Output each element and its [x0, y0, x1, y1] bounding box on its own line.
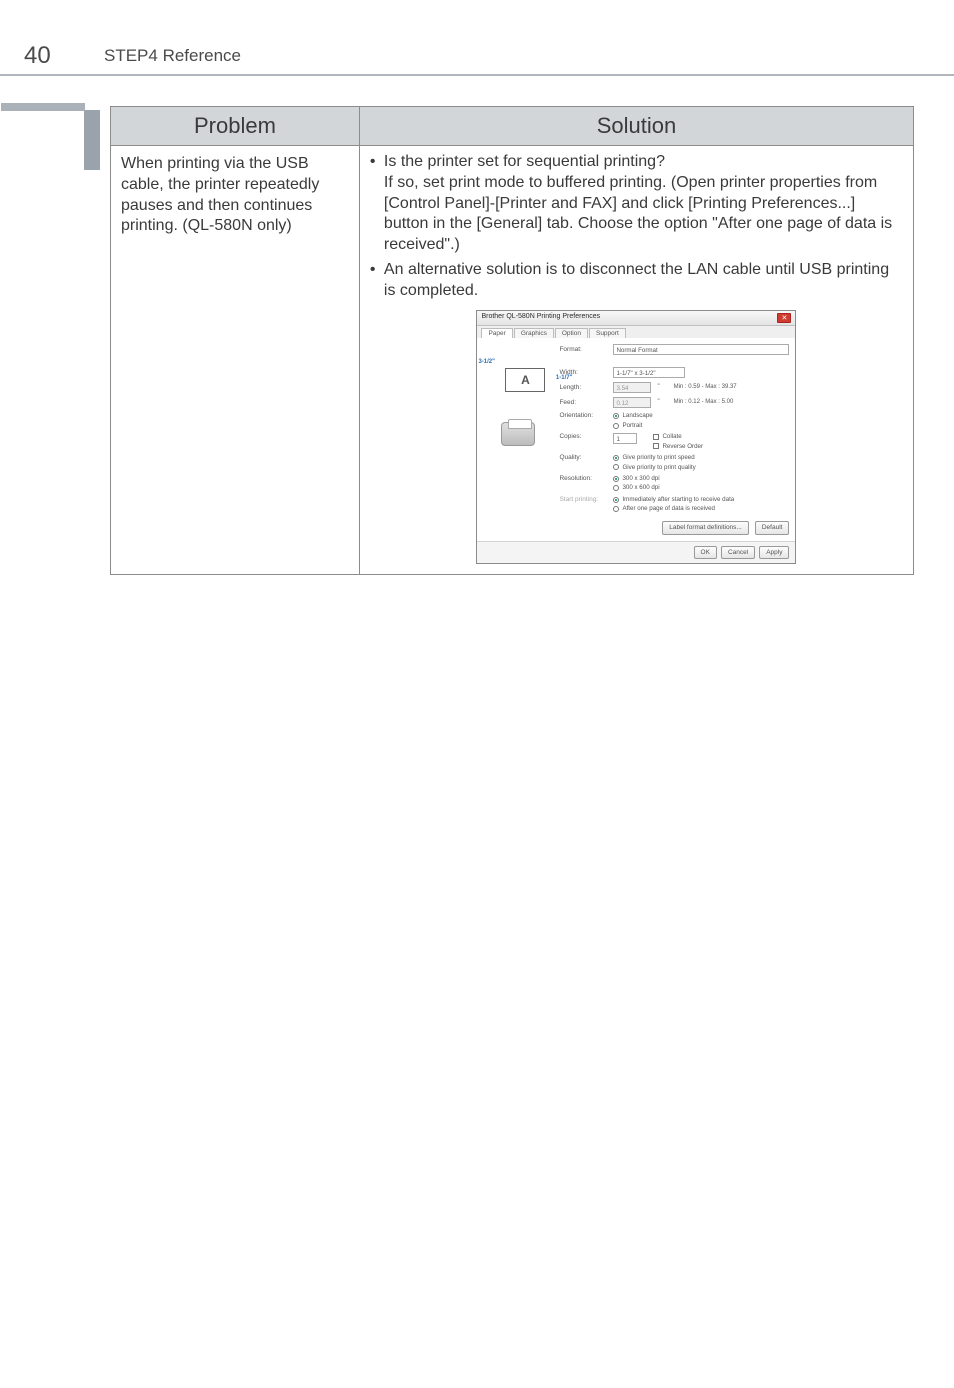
- dialog-tabs: Paper Graphics Option Support: [477, 326, 795, 339]
- problem-cell: When printing via the USB cable, the pri…: [111, 146, 360, 575]
- label-feed: Feed:: [559, 399, 607, 407]
- printing-preferences-dialog: Brother QL-580N Printing Preferences ✕ P…: [476, 310, 796, 565]
- radio-after-one-page[interactable]: After one page of data is received: [613, 505, 734, 512]
- column-header-solution: Solution: [359, 107, 913, 146]
- length-range: Min : 0.59 - Max : 39.37: [674, 384, 737, 391]
- feed-range: Min : 0.12 - Max : 5.00: [674, 399, 734, 406]
- radio-300x600[interactable]: 300 x 600 dpi: [613, 484, 659, 491]
- preview-dim-width: 3-1/2": [478, 359, 495, 366]
- solution-bullet-1-title: Is the printer set for sequential printi…: [384, 153, 665, 170]
- page-number: 40: [24, 42, 84, 70]
- side-tab: [84, 110, 100, 170]
- radio-portrait[interactable]: Portrait: [613, 422, 652, 429]
- printer-icon: [501, 422, 535, 446]
- problem-text: When printing via the USB cable, the pri…: [121, 155, 319, 234]
- format-select[interactable]: Normal Format: [613, 344, 789, 355]
- label-resolution: Resolution:: [559, 475, 607, 483]
- radio-quality[interactable]: Give priority to print quality: [613, 464, 695, 471]
- radio-immediately[interactable]: Immediately after starting to receive da…: [613, 496, 734, 503]
- problem-solution-table: Problem Solution When printing via the U…: [110, 106, 914, 575]
- label-length: Length:: [559, 384, 607, 392]
- length-unit: ": [657, 384, 659, 391]
- ok-button[interactable]: OK: [694, 546, 717, 560]
- radio-landscape[interactable]: Landscape: [613, 412, 652, 419]
- label-preview: 3-1/2" A 1-1/7": [505, 368, 545, 392]
- solution-bullet-1-text: If so, set print mode to buffered printi…: [384, 173, 903, 256]
- tab-paper[interactable]: Paper: [481, 328, 512, 339]
- feed-input[interactable]: 0.12: [613, 397, 651, 408]
- tab-support[interactable]: Support: [589, 328, 626, 339]
- label-copies: Copies:: [559, 433, 607, 441]
- preview-letter: A: [521, 373, 530, 387]
- label-orientation: Orientation:: [559, 412, 607, 420]
- solution-bullet-2-text: An alternative solution is to disconnect…: [384, 261, 889, 299]
- default-button[interactable]: Default: [755, 521, 790, 535]
- label-quality: Quality:: [559, 454, 607, 462]
- label-start-printing: Start printing:: [559, 496, 607, 504]
- tab-option[interactable]: Option: [555, 328, 588, 339]
- close-icon[interactable]: ✕: [777, 313, 791, 323]
- preview-dim-length: 1-1/7": [556, 375, 573, 382]
- width-select[interactable]: 1-1/7" x 3-1/2": [613, 367, 685, 378]
- radio-speed[interactable]: Give priority to print speed: [613, 454, 695, 461]
- apply-button[interactable]: Apply: [759, 546, 789, 560]
- label-format-definitions-button[interactable]: Label format definitions...: [662, 521, 749, 535]
- solution-cell: Is the printer set for sequential printi…: [359, 146, 913, 575]
- column-header-problem: Problem: [111, 107, 360, 146]
- check-collate[interactable]: Collate: [653, 433, 703, 440]
- dialog-title: Brother QL-580N Printing Preferences: [481, 313, 600, 321]
- length-input[interactable]: 3.54: [613, 382, 651, 393]
- radio-300x300[interactable]: 300 x 300 dpi: [613, 475, 659, 482]
- tab-graphics[interactable]: Graphics: [514, 328, 554, 339]
- label-format: Format:: [559, 346, 607, 354]
- page-title: STEP4 Reference: [84, 46, 241, 66]
- check-reverse[interactable]: Reverse Order: [653, 443, 703, 450]
- copies-input[interactable]: 1: [613, 433, 637, 444]
- cancel-button[interactable]: Cancel: [721, 546, 755, 560]
- feed-unit: ": [657, 399, 659, 406]
